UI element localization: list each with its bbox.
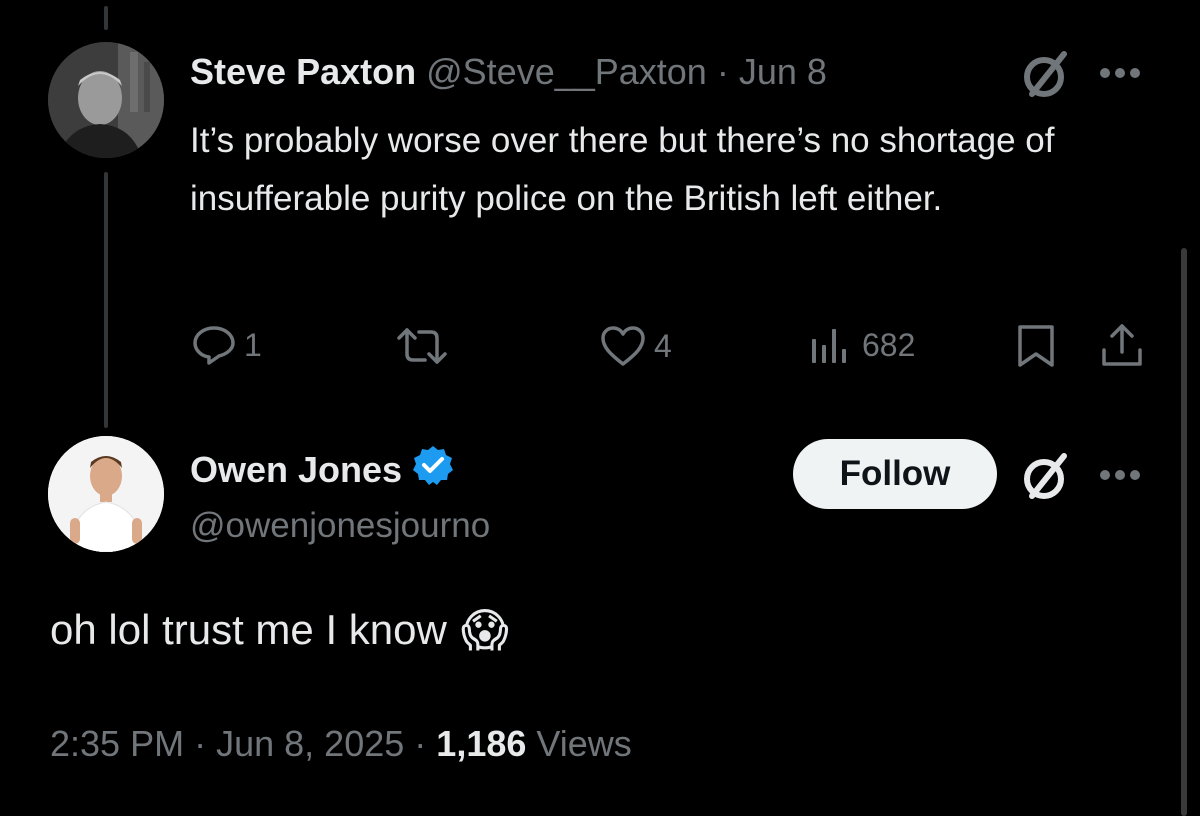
retweet-button[interactable] xyxy=(395,326,449,366)
reply-count: 1 xyxy=(244,326,262,363)
reply-button[interactable]: 1 xyxy=(192,325,262,365)
views-label: Views xyxy=(536,723,632,764)
separator: · xyxy=(194,723,207,764)
avatar[interactable] xyxy=(48,436,164,552)
grok-icon[interactable] xyxy=(1018,450,1072,509)
tweet-date[interactable]: Jun 8, 2025 xyxy=(216,723,404,764)
avatar[interactable] xyxy=(48,42,164,158)
main-tweet-text: oh lol trust me I know xyxy=(50,606,447,653)
grok-icon[interactable] xyxy=(1018,48,1072,107)
tweet-metadata: 2:35 PM · Jun 8, 2025 · 1,186 Views xyxy=(50,720,632,768)
screaming-face-emoji: 😱 xyxy=(460,604,509,656)
author-handle[interactable]: @Steve__Paxton xyxy=(426,51,707,92)
tweet-date[interactable]: Jun 8 xyxy=(739,51,827,92)
bookmark-icon xyxy=(1016,323,1056,369)
verified-badge-icon[interactable] xyxy=(412,444,454,495)
like-count: 4 xyxy=(654,327,672,364)
views-count: 1,186 xyxy=(436,723,527,764)
follow-button[interactable]: Follow xyxy=(793,439,997,509)
views-button[interactable]: 682 xyxy=(810,325,915,365)
retweet-icon xyxy=(395,326,449,366)
thread-line-top xyxy=(104,6,108,30)
parent-tweet-text: It’s probably worse over there but there… xyxy=(190,121,1055,218)
share-icon xyxy=(1100,322,1144,368)
main-tweet-author: Owen Jones xyxy=(190,444,454,495)
bookmark-button[interactable] xyxy=(1016,323,1056,369)
thread-line xyxy=(104,172,108,428)
parent-tweet-header: Steve Paxton @Steve__Paxton · Jun 8 xyxy=(190,50,827,94)
author-name[interactable]: Owen Jones xyxy=(190,449,402,491)
separator: · xyxy=(716,51,729,92)
views-count: 682 xyxy=(862,326,916,363)
share-button[interactable] xyxy=(1100,322,1144,368)
reply-icon xyxy=(192,325,236,365)
views-icon xyxy=(810,325,854,365)
author-handle[interactable]: @owenjonesjourno xyxy=(190,506,490,546)
like-icon xyxy=(600,325,646,367)
tweet-time[interactable]: 2:35 PM xyxy=(50,723,184,764)
author-name[interactable]: Steve Paxton xyxy=(190,51,416,92)
separator: · xyxy=(414,723,427,764)
scrollbar[interactable] xyxy=(1181,248,1187,816)
main-tweet-text-row: oh lol trust me I know 😱 xyxy=(50,600,509,660)
like-button[interactable]: 4 xyxy=(600,325,672,367)
more-icon[interactable] xyxy=(1098,468,1142,487)
more-icon[interactable] xyxy=(1098,66,1142,85)
